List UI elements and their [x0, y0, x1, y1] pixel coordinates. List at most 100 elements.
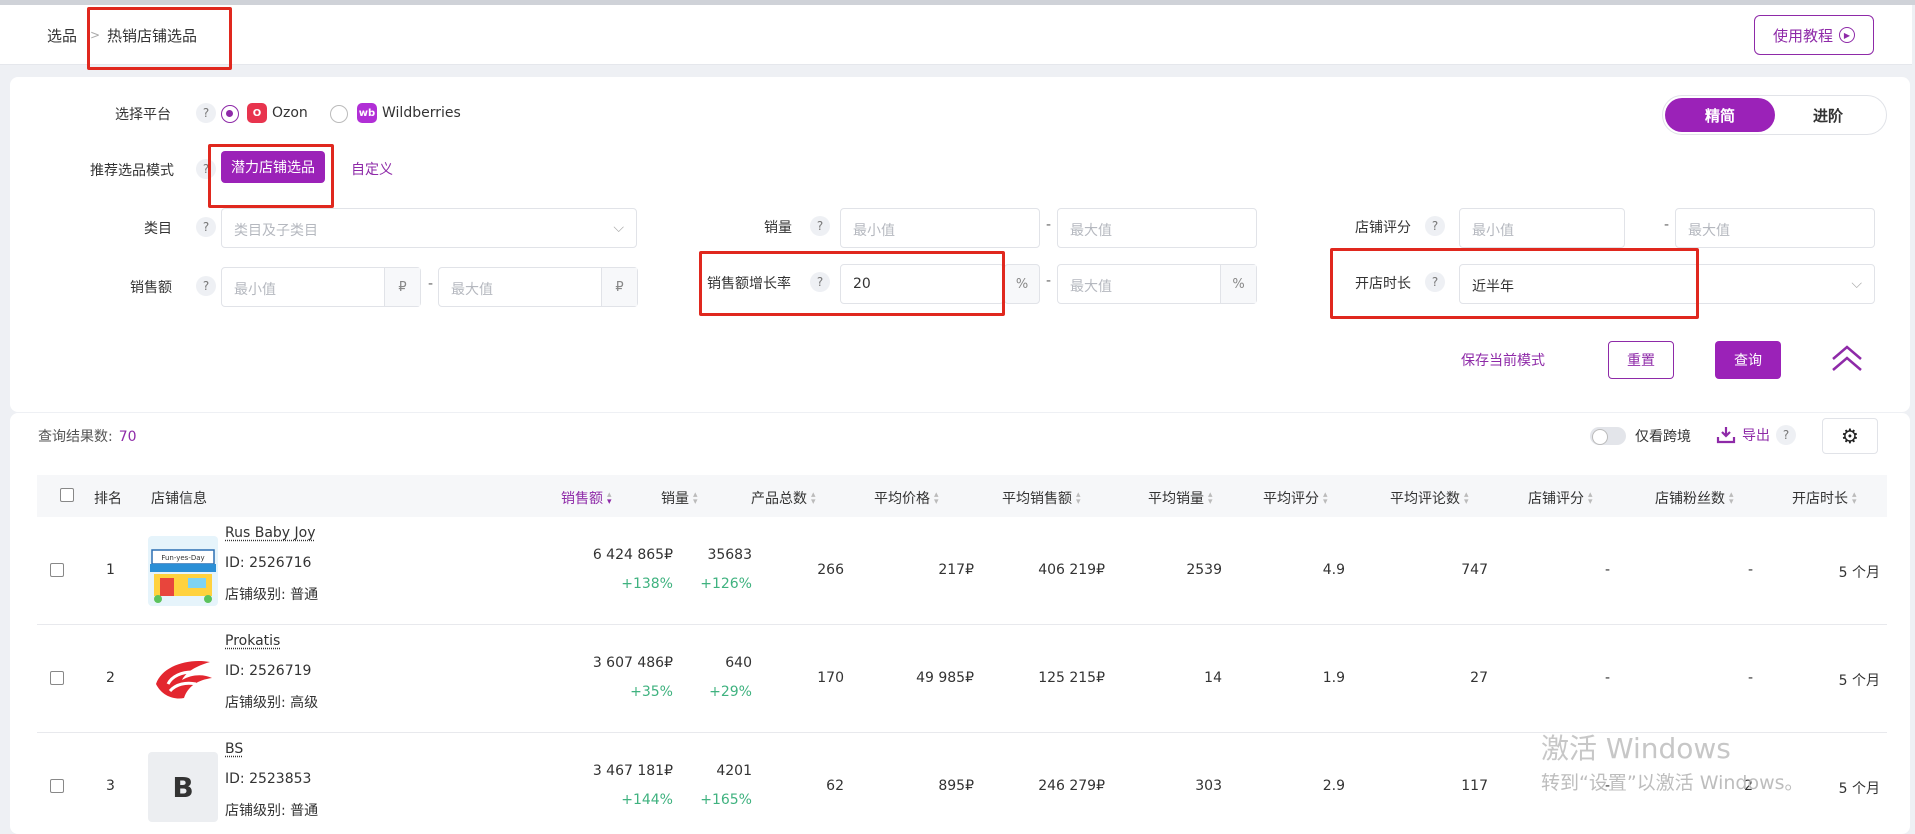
revenue-label: 销售额 — [130, 280, 172, 296]
sort-icon: ▴ ▾ — [1323, 490, 1328, 507]
avg-price: 895₽ — [938, 778, 974, 794]
category-placeholder: 类目及子类目 — [234, 223, 318, 239]
revenue-growth-value: +138% — [621, 576, 673, 592]
sort-icon: ▴ ▾ — [693, 490, 698, 507]
settings-gear-icon[interactable]: ⚙ — [1822, 418, 1878, 454]
shop-fans: - — [1747, 562, 1753, 578]
shop-logo-letter[interactable]: B — [148, 752, 218, 822]
help-icon[interactable]: ? — [196, 103, 216, 123]
tutorial-button[interactable]: 使用教程 ▶ — [1753, 15, 1874, 55]
sort-icon: ▴ ▾ — [1852, 490, 1857, 507]
revenue-max-placeholder: 最大值 — [451, 282, 493, 298]
col-avg-sales[interactable]: 平均销量 ▴ ▾ — [1148, 488, 1216, 508]
col-avg-price[interactable]: 平均价格 ▴ ▾ — [874, 488, 942, 508]
radio-ozon[interactable] — [221, 105, 239, 123]
page-header: 选品 > 热销店铺选品 使用教程 ▶ — [0, 5, 1912, 65]
query-button[interactable]: 查询 — [1715, 341, 1781, 379]
view-simple-option[interactable]: 精简 — [1665, 98, 1775, 132]
result-count: 查询结果数: 70 — [38, 426, 137, 446]
breadcrumb-root[interactable]: 选品 — [47, 25, 77, 46]
sales-min-input[interactable]: 最小值 — [840, 208, 1040, 248]
col-revenue[interactable]: 销售额 ▴ ▾ — [561, 488, 615, 508]
mode-label: 推荐选品模式 — [90, 163, 174, 179]
avg-price: 217₽ — [938, 562, 974, 578]
cross-border-toggle[interactable] — [1590, 427, 1626, 445]
save-mode-link[interactable]: 保存当前模式 — [1461, 350, 1545, 370]
rank: 3 — [106, 778, 115, 794]
col-products[interactable]: 产品总数 ▴ ▾ — [751, 488, 819, 508]
avg-rating: 1.9 — [1322, 670, 1345, 686]
shop-name-link[interactable]: Prokatis — [225, 633, 280, 649]
sales-label: 销量 — [764, 220, 792, 236]
sales-max-placeholder: 最大值 — [1070, 223, 1112, 239]
col-shop-info: 店铺信息 — [151, 491, 207, 507]
export-button[interactable]: 导出 ? — [1716, 425, 1796, 445]
avg-rating: 4.9 — [1322, 562, 1345, 578]
col-shop-age[interactable]: 开店时长 ▴ ▾ — [1792, 488, 1860, 508]
col-avg-reviews-label: 平均评论数 — [1390, 491, 1460, 507]
shop-name-link[interactable]: Rus Baby Joy — [225, 525, 316, 541]
table-row[interactable]: 1 Fun-yes-Day Rus Baby Joy ID: 2526716 店… — [37, 517, 1887, 625]
revenue-max-input[interactable]: 最大值 ₽ — [438, 267, 638, 307]
help-icon[interactable]: ? — [196, 276, 216, 296]
sort-icon: ▴ ▾ — [1729, 490, 1734, 507]
radio-wildberries[interactable] — [330, 105, 348, 123]
revenue-min-input[interactable]: 最小值 ₽ — [221, 267, 421, 307]
mode-custom-link[interactable]: 自定义 — [351, 159, 393, 179]
row-checkbox[interactable] — [50, 779, 64, 793]
platform-ozon-label[interactable]: Ozon — [272, 105, 308, 121]
shop-logo-text: Fun-yes-Day — [161, 554, 204, 562]
ruble-unit: ₽ — [384, 268, 420, 306]
highlight-box-breadcrumb — [87, 7, 232, 70]
table-row[interactable]: 2 Prokatis ID: 2526719 店铺级别: 高级 3 607 48… — [37, 625, 1887, 733]
reset-button[interactable]: 重置 — [1608, 341, 1674, 379]
shop-logo[interactable] — [148, 644, 218, 714]
help-icon[interactable]: ? — [1776, 425, 1796, 445]
highlight-box-revenue-growth — [699, 251, 1005, 316]
revenue-growth-max-input[interactable]: 最大值 % — [1057, 264, 1257, 304]
revenue-value: 6 424 865₽ — [592, 547, 673, 563]
shop-name-link[interactable]: BS — [225, 741, 243, 757]
help-icon[interactable]: ? — [810, 216, 830, 236]
col-avg-rating[interactable]: 平均评分 ▴ ▾ — [1263, 488, 1331, 508]
view-advanced-option[interactable]: 进阶 — [1773, 98, 1883, 132]
sales-growth-value: +126% — [700, 576, 752, 592]
chevron-down-icon: ⌵ — [613, 220, 624, 236]
col-fans[interactable]: 店铺粉丝数 ▴ ▾ — [1655, 488, 1737, 508]
shop-logo[interactable]: Fun-yes-Day — [148, 536, 218, 606]
sales-growth-value: +165% — [700, 792, 752, 808]
shop-level: 店铺级别: 普通 — [225, 803, 319, 819]
shop-level: 店铺级别: 高级 — [225, 695, 319, 711]
percent-unit: % — [1004, 264, 1040, 304]
select-all-checkbox[interactable] — [60, 488, 74, 502]
help-icon[interactable]: ? — [196, 217, 216, 237]
row-checkbox[interactable] — [50, 671, 64, 685]
shop-age: 5 个月 — [1838, 565, 1880, 581]
sort-icon: ▴ ▾ — [811, 490, 816, 507]
col-avg-revenue[interactable]: 平均销售额 ▴ ▾ — [1002, 488, 1084, 508]
col-sales-label: 销量 — [661, 491, 689, 507]
col-sales[interactable]: 销量 ▴ ▾ — [661, 488, 701, 508]
help-icon[interactable]: ? — [1425, 216, 1445, 236]
shop-fans: - — [1747, 670, 1753, 686]
shop-rating-max-input[interactable]: 最大值 — [1675, 208, 1875, 248]
collapse-up-icon[interactable] — [1827, 341, 1867, 377]
sort-icon: ▴ ▾ — [1588, 490, 1593, 507]
col-avg-reviews[interactable]: 平均评论数 ▴ ▾ — [1390, 488, 1472, 508]
row-checkbox[interactable] — [50, 563, 64, 577]
sales-growth-value: +29% — [709, 684, 752, 700]
category-select[interactable]: 类目及子类目 ⌵ — [221, 208, 637, 248]
sales-value: 35683 — [707, 547, 752, 563]
col-avg-rating-label: 平均评分 — [1263, 491, 1319, 507]
shop-rating-min-placeholder: 最小值 — [1472, 223, 1514, 239]
platform-wildberries-label[interactable]: Wildberries — [382, 105, 461, 121]
products-count: 170 — [817, 670, 844, 686]
col-shop-rating[interactable]: 店铺评分 ▴ ▾ — [1528, 488, 1596, 508]
sales-max-input[interactable]: 最大值 — [1057, 208, 1257, 248]
filter-panel: 选择平台 ? O Ozon wb Wildberries 精简 进阶 推荐选品模… — [10, 77, 1910, 412]
avg-sales: 14 — [1204, 670, 1222, 686]
shop-rating-min-input[interactable]: 最小值 — [1459, 208, 1625, 248]
sort-icon: ▴ ▾ — [1464, 490, 1469, 507]
avg-revenue: 125 215₽ — [1038, 670, 1105, 686]
avg-revenue: 246 279₽ — [1038, 778, 1105, 794]
